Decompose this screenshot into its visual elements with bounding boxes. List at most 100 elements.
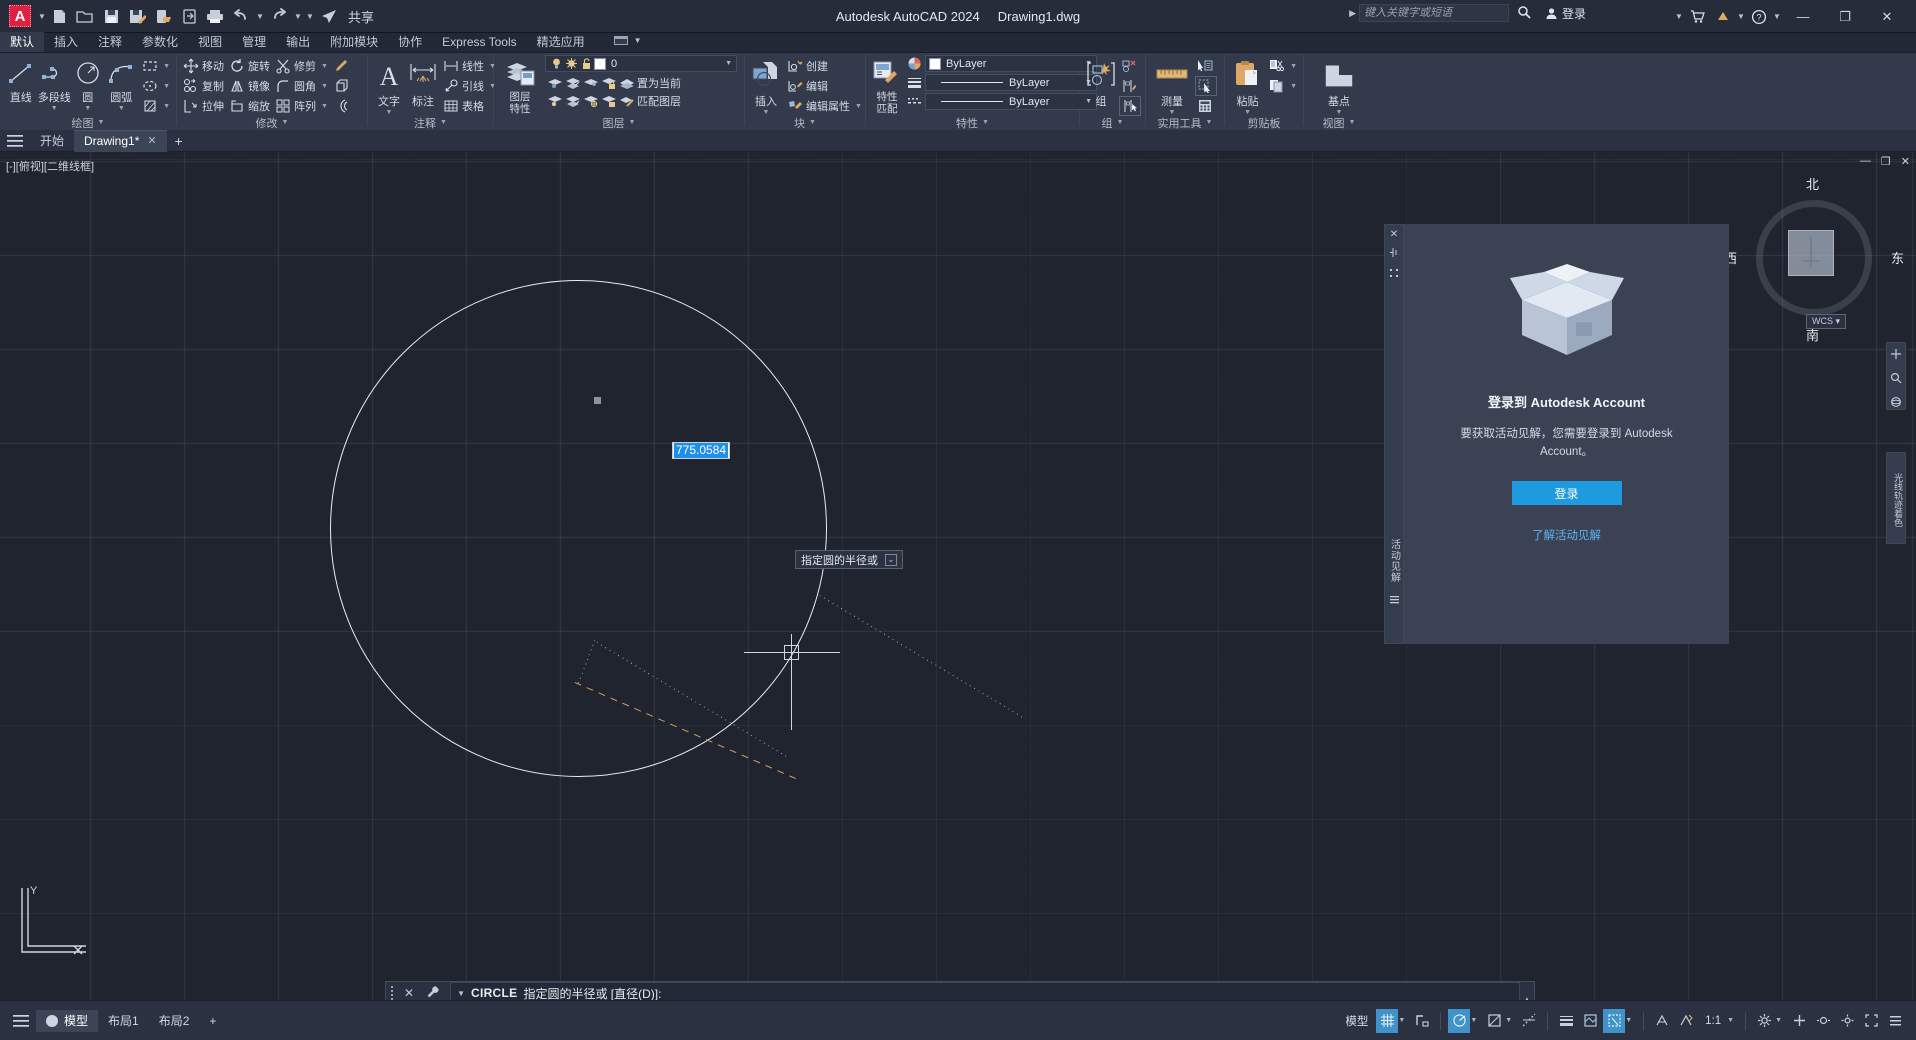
signin-button[interactable]: 登录 — [1545, 5, 1586, 22]
group-edit-button[interactable] — [1119, 76, 1141, 96]
draw-rectangle-button[interactable]: ▼ — [140, 56, 172, 76]
layer-color-swatch[interactable] — [594, 57, 606, 70]
draw-hatch-button[interactable]: ▼ — [140, 96, 172, 116]
set-current-layer-label[interactable]: 置为当前 — [637, 75, 681, 91]
ribbon-panel-utilities-title[interactable]: 实用工具 ▼ — [1146, 115, 1224, 130]
dynamic-prompt-chevron-icon[interactable]: ⌄ — [885, 553, 897, 566]
annotation-visibility-icon[interactable] — [1651, 1009, 1673, 1033]
block-edit-attr-chevron-icon[interactable]: ▼ — [855, 103, 862, 110]
ribbon-panel-properties-title[interactable]: 特性 ▼ — [866, 115, 1079, 130]
tab-start[interactable]: 开始 — [30, 130, 74, 152]
ribbon-tab-express-tools[interactable]: Express Tools — [432, 32, 526, 52]
annotation-dimension-button[interactable]: 标注 — [406, 56, 440, 109]
signin-submit-button[interactable]: 登录 — [1511, 481, 1622, 505]
groups-panel-chevron-icon[interactable]: ▼ — [1117, 119, 1124, 126]
ribbon-tab-collaborate[interactable]: 协作 — [388, 32, 432, 52]
annotation-table-button[interactable]: 表格 — [441, 96, 498, 116]
palette-close-icon[interactable]: ✕ — [1390, 229, 1398, 240]
autoscale-icon[interactable] — [1675, 1009, 1697, 1033]
draw-ellipse-chevron-icon[interactable]: ▼ — [163, 83, 170, 90]
new-tab-button[interactable]: + — [167, 133, 191, 149]
draw-hatch-chevron-icon[interactable]: ▼ — [163, 103, 170, 110]
draw-line-button[interactable]: 直线 — [4, 56, 38, 105]
group-button[interactable]: 组 — [1084, 56, 1118, 109]
layer-thaw-icon[interactable] — [583, 93, 599, 109]
layer-properties-button[interactable]: 图层 特性 — [498, 55, 542, 115]
layer-unlock2-icon[interactable] — [601, 93, 617, 109]
ribbon-tab-addins[interactable]: 附加模块 — [320, 32, 388, 52]
modify-array-button[interactable]: 阵列 ▼ — [273, 96, 330, 116]
workspace-icon[interactable] — [1753, 1009, 1775, 1033]
lineweight-display-icon[interactable] — [1555, 1009, 1577, 1033]
command-expand-icon[interactable]: ▼ — [457, 989, 465, 998]
grid-display-icon[interactable] — [1376, 1008, 1399, 1033]
viewport-close-button[interactable]: ✕ — [1901, 155, 1910, 168]
zoom-icon[interactable] — [1890, 372, 1902, 387]
osnap-icon[interactable] — [1483, 1009, 1505, 1033]
ribbon-tab-insert[interactable]: 插入 — [44, 32, 88, 52]
tab-close-icon[interactable]: ✕ — [147, 130, 156, 152]
save-icon[interactable] — [99, 4, 123, 28]
annotation-leader-button[interactable]: 引线 ▼ — [441, 76, 498, 96]
new-layout-button[interactable]: + — [199, 1010, 226, 1032]
ribbon-tab-view[interactable]: 视图 — [188, 32, 232, 52]
measure-button[interactable]: 测量 ▼ — [1150, 56, 1194, 116]
share-icon[interactable] — [317, 4, 341, 28]
modify-fillet-chevron-icon[interactable]: ▼ — [321, 83, 328, 90]
share-label[interactable]: 共享 — [348, 7, 374, 26]
match-layer-label[interactable]: 匹配图层 — [637, 93, 681, 109]
draw-arc-button[interactable]: 圆弧 ▼ — [105, 56, 139, 112]
object-color-swatch[interactable] — [929, 57, 941, 70]
modify-scale-button[interactable]: 缩放 — [227, 96, 272, 116]
open-from-web-icon[interactable] — [177, 4, 201, 28]
viewport-minimize-button[interactable]: — — [1860, 155, 1871, 168]
maximize-button[interactable]: ❐ — [1824, 0, 1866, 33]
workspace-dropdown-icon[interactable]: ▼ — [1775, 1017, 1782, 1024]
view-cube-top-face[interactable] — [1788, 230, 1834, 276]
modify-trim-button[interactable]: 修剪 ▼ — [273, 56, 330, 76]
modify-rotate-button[interactable]: 旋转 — [227, 56, 272, 76]
paste-button[interactable]: 粘贴 ▼ — [1229, 56, 1266, 116]
layer-isolate-icon[interactable] — [565, 75, 581, 91]
annotation-panel-chevron-icon[interactable]: ▼ — [440, 119, 447, 126]
layout-menu-icon[interactable] — [6, 1009, 36, 1033]
orbit-icon[interactable] — [1890, 396, 1902, 411]
search-input[interactable]: 键入关键字或短语 — [1358, 4, 1509, 22]
fullscreen-icon[interactable] — [1860, 1009, 1882, 1033]
ribbon-panel-block-title[interactable]: 块 ▼ — [745, 115, 865, 130]
modify-copy-button[interactable]: 复制 — [181, 76, 226, 96]
draw-arc-chevron-icon[interactable]: ▼ — [118, 105, 125, 112]
draw-circle-chevron-icon[interactable]: ▼ — [84, 105, 91, 112]
minimize-button[interactable]: — — [1782, 0, 1824, 33]
set-current-layer-icon[interactable] — [619, 75, 635, 91]
customization-icon[interactable] — [1788, 1009, 1810, 1033]
pan-icon[interactable] — [1890, 348, 1902, 363]
block-edit-attr-button[interactable]: 编辑属性 ▼ — [785, 96, 864, 116]
viewport-maximize-button[interactable]: ❐ — [1881, 155, 1891, 168]
selection-dropdown-icon[interactable]: ▼ — [1625, 1017, 1632, 1024]
ortho-mode-icon[interactable] — [1411, 1009, 1433, 1033]
modify-move-button[interactable]: 移动 — [181, 56, 226, 76]
hardware-accel-icon[interactable] — [1836, 1009, 1858, 1033]
palette-properties-icon[interactable] — [1389, 268, 1400, 282]
block-panel-chevron-icon[interactable]: ▼ — [809, 119, 816, 126]
grid-dropdown-icon[interactable]: ▼ — [1398, 1017, 1405, 1024]
ribbon-panel-clipboard-title[interactable]: 剪贴板 — [1225, 115, 1303, 130]
help-chevron-icon[interactable]: ▼ — [1772, 5, 1782, 29]
match-layer-icon[interactable] — [619, 93, 635, 109]
modify-explode-button[interactable] — [331, 76, 351, 96]
qat-customize-icon[interactable]: ▼ — [305, 4, 315, 28]
cut-button[interactable]: ▼ — [1267, 56, 1299, 76]
layer-lock-icon[interactable] — [601, 75, 617, 91]
draw-polyline-button[interactable]: 多段线 ▼ — [38, 56, 72, 112]
autodesk-app-icon[interactable] — [1710, 5, 1736, 29]
ungroup-button[interactable] — [1119, 56, 1141, 76]
layout-tab-model[interactable]: 模型 — [36, 1009, 99, 1032]
ribbon-tab-annotate[interactable]: 注释 — [88, 32, 132, 52]
close-button[interactable]: ✕ — [1866, 0, 1908, 33]
copy-clip-chevron-icon[interactable]: ▼ — [1290, 83, 1297, 90]
quick-select-obj-button[interactable] — [1195, 76, 1217, 96]
drawing-viewport[interactable]: [-][俯视][二维线框] — ❐ ✕ 775.0584 指定圆的半径或 ⌄ Y — [0, 152, 1916, 1000]
layer-unlock-icon[interactable] — [579, 56, 594, 72]
dynamic-input-value[interactable]: 775.0584 — [672, 442, 731, 459]
